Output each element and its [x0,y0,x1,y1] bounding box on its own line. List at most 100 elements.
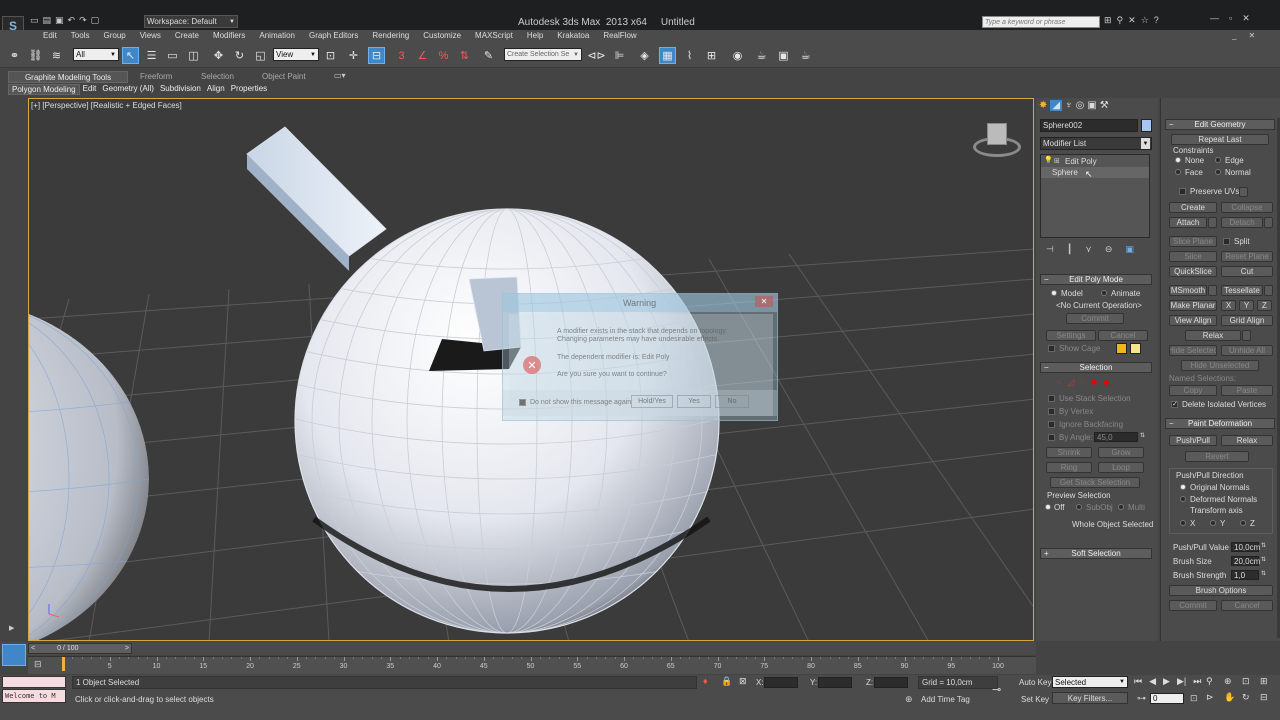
dialog-close-button[interactable]: ✕ [755,296,773,307]
menu-animation[interactable]: Animation [252,31,302,40]
rollout-soft-selection[interactable]: + Soft Selection [1040,548,1152,559]
new-icon[interactable]: ▭ [30,15,39,28]
workspace-dropdown[interactable]: Workspace: Default ▼ [144,15,238,28]
radio-constraint-face[interactable] [1175,169,1181,175]
menu-rendering[interactable]: Rendering [365,31,416,40]
scale-icon[interactable]: ◱ [252,47,269,64]
remove-modifier-icon[interactable]: ⊖ [1105,244,1113,255]
unhide-all-button[interactable]: Unhide All [1221,345,1273,356]
mirror-icon[interactable]: ⊲⊳ [587,47,605,64]
viewport-perspective[interactable]: [+] [Perspective] [Realistic + Edged Fac… [28,98,1034,641]
doc-minimize-icon[interactable]: _ [1232,31,1236,40]
paste-button[interactable]: Paste [1221,385,1273,396]
auto-key-button[interactable]: Auto Key [1019,678,1051,687]
layer-manager-icon[interactable]: ◈ [636,47,653,64]
ribbon-subtab-align[interactable]: Align [204,84,228,95]
rollout-selection[interactable]: − Selection [1040,362,1152,373]
ignore-backfacing-checkbox[interactable] [1048,421,1055,428]
undo-icon[interactable]: ↶ [68,15,76,28]
spinner-arrows-icon[interactable]: ⇅ [1261,556,1266,563]
binoculars-icon[interactable]: ⊞ [1104,15,1112,26]
pan-icon[interactable]: ✋ [1224,692,1240,706]
yes-button[interactable]: Yes [677,395,711,408]
bind-spacewarp-icon[interactable]: ≋ [48,47,65,64]
element-level-icon[interactable]: ◆ [1103,377,1110,388]
trackbar[interactable]: ⊟ 5 10 15 20 25 30 35 40 45 50 55 60 65 70 75 80 85 90 95 1… [28,656,1036,674]
prev-frame-icon[interactable]: ◀ [1149,676,1156,687]
material-editor-icon[interactable]: ◉ [729,47,746,64]
link-icon[interactable]: ⚭ [6,47,23,64]
copy-button[interactable]: Copy [1169,385,1217,396]
tab-freeform[interactable]: Freeform [140,72,172,81]
radio-constraint-edge[interactable] [1215,157,1221,163]
menu-maxscript[interactable]: MAXScript [468,31,520,40]
star-icon[interactable]: ☆ [1141,15,1149,26]
show-cage-checkbox[interactable] [1048,345,1055,352]
pivot-center-icon[interactable]: ⊡ [322,47,339,64]
edit-named-selection-icon[interactable]: ✎ [480,47,497,64]
modify-tab-icon[interactable]: ◢ [1050,100,1063,111]
radio-preview-subobj[interactable] [1076,504,1082,510]
tab-selection[interactable]: Selection [201,72,234,81]
isolate-icon[interactable]: ♦ [703,676,708,686]
create-tab-icon[interactable]: ✸ [1039,100,1047,111]
menu-views[interactable]: Views [133,31,168,40]
planar-y-button[interactable]: Y [1239,300,1254,311]
view-align-button[interactable]: View Align [1169,315,1217,326]
relax-settings[interactable] [1242,330,1251,341]
help-icon[interactable]: ? [1154,15,1159,26]
zoom-all-icon[interactable]: ⊕ [1224,676,1240,690]
select-by-name-icon[interactable]: ☰ [143,47,160,64]
detach-settings[interactable] [1264,217,1273,228]
slice-plane-button[interactable]: Slice Plane [1169,236,1217,247]
dialog-titlebar[interactable]: Warning ✕ [503,294,777,312]
utilities-tab-icon[interactable]: ⚒ [1100,100,1109,111]
percent-snap-icon[interactable]: % [435,47,452,64]
pin-stack-icon[interactable]: ⊣ [1046,244,1054,255]
ribbon-options-icon[interactable]: ▭▾ [334,71,346,80]
display-tab-icon[interactable]: ▣ [1087,100,1096,111]
next-frame-icon[interactable]: ▶| [1177,676,1186,687]
goto-start-icon[interactable]: ⏮ [1134,676,1142,687]
zoom-icon[interactable]: ⚲ [1206,676,1222,690]
current-frame-field[interactable]: 0 [1150,693,1184,704]
time-slider[interactable]: < 0 / 100 > [28,643,132,654]
paint-cancel-button[interactable]: Cancel [1221,600,1273,611]
listener-top[interactable] [2,676,66,688]
radio-deformed-normals[interactable] [1180,496,1186,502]
msmooth-settings[interactable] [1208,285,1217,296]
rotate-icon[interactable]: ↻ [231,47,248,64]
rollout-edit-poly-mode[interactable]: − Edit Poly Mode [1040,274,1152,285]
keyboard-shortcut-icon[interactable]: ⊟ [368,47,385,64]
use-stack-selection-checkbox[interactable] [1048,395,1055,402]
relax-button[interactable]: Relax [1185,330,1241,341]
msmooth-button[interactable]: MSmooth [1169,285,1207,296]
curve-editor-icon[interactable]: ⌇ [681,47,698,64]
mini-curve-button[interactable] [2,644,26,666]
add-time-tag-label[interactable]: Add Time Tag [921,695,970,704]
maximize-viewport-icon[interactable]: ⊟ [1260,692,1276,706]
menu-realflow[interactable]: RealFlow [596,31,643,40]
radio-constraint-none[interactable] [1175,157,1181,163]
fov-icon[interactable]: ⊳ [1206,692,1222,706]
attach-settings[interactable] [1208,217,1217,228]
restore-icon[interactable]: ▫ [1229,13,1232,24]
tab-graphite-modeling-tools[interactable]: Graphite Modeling Tools [8,71,128,83]
lock-selection-icon[interactable]: 🔒 [721,676,732,687]
object-color-swatch[interactable] [1141,119,1152,132]
snap-toggle-icon[interactable]: 3 [393,47,410,64]
ribbon-subtab-polygon-modeling[interactable]: Polygon Modeling [8,84,80,95]
menu-edit[interactable]: Edit [36,31,64,40]
play-icon[interactable]: ▶ [1163,676,1170,687]
render-production-icon[interactable]: ☕ [797,47,814,64]
rollout-edit-geometry[interactable]: − Edit Geometry [1165,119,1275,130]
dont-show-checkbox[interactable] [519,399,526,406]
move-icon[interactable]: ✥ [210,47,227,64]
redo-icon[interactable]: ↷ [79,15,87,28]
ring-button[interactable]: Ring [1046,462,1092,473]
ribbon-subtab-subdivision[interactable]: Subdivision [157,84,204,95]
get-stack-selection-button[interactable]: Get Stack Selection [1050,477,1140,488]
zoom-extents-all-icon[interactable]: ⊞ [1260,676,1276,690]
slice-button[interactable]: Slice [1169,251,1217,262]
menu-graph-editors[interactable]: Graph Editors [302,31,365,40]
